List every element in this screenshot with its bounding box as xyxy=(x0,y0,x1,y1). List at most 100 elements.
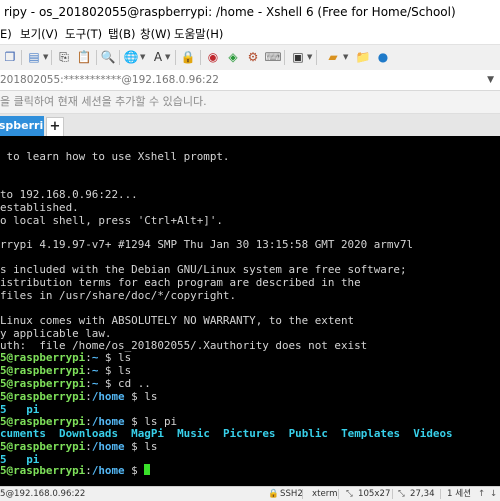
status-terminal-type: xterm xyxy=(312,489,338,499)
window-title: ripy - os_201802055@raspberrypi: /home -… xyxy=(4,5,456,19)
address-text: 201802055:***********@192.168.0.96:22 xyxy=(0,74,219,86)
chevron-down-icon[interactable]: ▼ xyxy=(343,53,349,61)
prompt-dir: ~ xyxy=(91,351,99,364)
chevron-down-icon[interactable]: ▼ xyxy=(43,53,49,61)
status-sessions: 1 세션 xyxy=(447,489,472,499)
resize-icon: ⤡ xyxy=(346,489,353,499)
chevron-down-icon[interactable]: ▼ xyxy=(140,53,146,61)
layout-icon[interactable]: ▣ xyxy=(290,49,306,65)
status-cursor-pos: 27,34 xyxy=(410,489,435,499)
dir-listing: Public xyxy=(288,427,328,440)
chevron-down-icon[interactable]: ▼ xyxy=(307,53,313,61)
script-icon[interactable]: ▰ xyxy=(325,49,341,65)
dir-listing: Music xyxy=(177,427,210,440)
new-tab-button[interactable]: + xyxy=(46,117,64,137)
title-bar: ripy - os_201802055@raspberrypi: /home -… xyxy=(0,0,500,25)
terminal-prompt-line: 5@raspberrypi:~ $ ls xyxy=(0,364,132,377)
toolbar-separator xyxy=(119,50,120,65)
xmanager-icon[interactable]: ◉ xyxy=(205,49,221,65)
menu-bar: E) 보기(V) 도구(T) 탭(B) 창(W) 도움말(H) xyxy=(0,24,500,44)
menu-tools[interactable]: 도구(T) xyxy=(65,24,102,44)
find-icon[interactable]: 🔍 xyxy=(100,49,116,65)
lock-icon: 🔒 xyxy=(268,489,279,499)
globe-icon[interactable]: 🌐 xyxy=(123,49,139,65)
terminal-line: rrypi 4.19.97-v7+ #1294 SMP Thu Jan 30 1… xyxy=(0,238,414,251)
chevron-down-icon[interactable]: ▼ xyxy=(487,70,494,90)
command-text: ls xyxy=(118,364,132,377)
terminal-line: to 192.168.0.96:22... xyxy=(0,188,138,201)
toolbar-separator xyxy=(284,50,285,65)
prompt-user: 5@raspberrypi xyxy=(0,440,86,453)
menu-window[interactable]: 창(W) xyxy=(140,24,171,44)
menu-edit[interactable]: E) xyxy=(0,24,12,44)
command-text: ls xyxy=(144,390,158,403)
prompt-dir: /home xyxy=(91,464,125,477)
status-size: 105x27 xyxy=(358,489,391,499)
xftp-icon[interactable]: ◈ xyxy=(225,49,241,65)
paste-icon[interactable]: 📋 xyxy=(76,49,92,65)
folder-icon[interactable]: 📁 xyxy=(355,49,371,65)
terminal[interactable]: to learn how to use Xshell prompt. to 19… xyxy=(0,136,500,486)
terminal-prompt-line: 5@raspberrypi:/home $ ls xyxy=(0,390,158,403)
terminal-output-line: cuments Downloads MagPi Music Pictures P… xyxy=(0,427,453,440)
menu-help[interactable]: 도움말(H) xyxy=(174,24,223,44)
toolbar: ❐ ▤ ▼ ⎘ 📋 🔍 🌐 ▼ A ▼ 🔒 ◉ ◈ ⚙ ⌨ ▣ ▼ ▰ ▼ 📁 … xyxy=(0,44,500,72)
copy-text-icon[interactable]: ⎘ xyxy=(56,49,72,65)
prompt-user: 5@raspberrypi xyxy=(0,390,86,403)
info-text: 을 클릭하여 현재 세션을 추가할 수 있습니다. xyxy=(0,95,207,108)
toolbar-separator xyxy=(200,50,201,65)
command-text: cd .. xyxy=(118,377,151,390)
keyboard-icon[interactable]: ⌨ xyxy=(264,49,281,65)
terminal-prompt-line: 5@raspberrypi:/home $ xyxy=(0,464,151,477)
status-divider xyxy=(338,489,339,499)
terminal-line: s included with the Debian GNU/Linux sys… xyxy=(0,263,407,276)
status-protocol: SSH2 xyxy=(280,489,303,499)
dir-listing: cuments xyxy=(0,427,46,440)
session-info-bar: 을 클릭하여 현재 세션을 추가할 수 있습니다. xyxy=(0,91,500,114)
prompt-dir: /home xyxy=(91,390,125,403)
font-icon[interactable]: A xyxy=(150,49,166,65)
prompt-user: 5@raspberrypi xyxy=(0,351,86,364)
terminal-prompt-line: 5@raspberrypi:/home $ ls xyxy=(0,440,158,453)
toolbar-separator xyxy=(96,50,97,65)
prompt-user: 5@raspberrypi xyxy=(0,377,86,390)
dir-listing: Downloads xyxy=(59,427,119,440)
tab-session[interactable]: raspberripy xyxy=(0,116,44,136)
cursor-position-icon: ⤡ xyxy=(398,489,405,499)
dir-listing: Videos xyxy=(413,427,453,440)
terminal-line: established. xyxy=(0,201,79,214)
toolbar-separator xyxy=(316,50,317,65)
address-bar[interactable]: 201802055:***********@192.168.0.96:22 ▼ xyxy=(0,70,500,91)
status-divider xyxy=(392,489,393,499)
tab-label: raspberripy xyxy=(0,119,44,132)
chevron-down-icon[interactable]: ▼ xyxy=(165,53,171,61)
toolbar-separator xyxy=(175,50,176,65)
copy-icon[interactable]: ❐ xyxy=(2,49,18,65)
prompt-dir: ~ xyxy=(91,364,99,377)
terminal-line: Linux comes with ABSOLUTELY NO WARRANTY,… xyxy=(0,314,355,327)
terminal-line: istribution terms for each program are d… xyxy=(0,276,361,289)
terminal-line: files in /usr/share/doc/*/copyright. xyxy=(0,289,237,302)
prompt-user: 5@raspberrypi xyxy=(0,364,86,377)
toolbar-separator xyxy=(51,50,52,65)
properties-icon[interactable]: ▤ xyxy=(26,49,42,65)
prompt-dir: ~ xyxy=(91,377,99,390)
info-icon[interactable]: ● xyxy=(375,49,391,65)
arrow-up-icon[interactable]: ↑ xyxy=(478,487,485,501)
terminal-cursor xyxy=(144,464,151,475)
terminal-line: to learn how to use Xshell prompt. xyxy=(0,150,230,163)
dir-listing: MagPi xyxy=(131,427,164,440)
prompt-dir: /home xyxy=(91,440,125,453)
terminal-line: o local shell, press 'Ctrl+Alt+]'. xyxy=(0,214,223,227)
command-text: ls xyxy=(144,440,158,453)
dir-listing: Templates xyxy=(341,427,401,440)
arrow-down-icon[interactable]: ↓ xyxy=(490,487,497,501)
lock-icon[interactable]: 🔒 xyxy=(180,49,196,65)
status-bar: 5@192.168.0.96:22 🔒 SSH2 xterm ⤡ 105x27 … xyxy=(0,486,500,501)
settings-icon[interactable]: ⚙ xyxy=(245,49,261,65)
status-divider xyxy=(302,489,303,499)
menu-tab[interactable]: 탭(B) xyxy=(108,24,135,44)
command-text: ls xyxy=(118,351,132,364)
menu-view[interactable]: 보기(V) xyxy=(20,24,58,44)
dir-listing: Pictures xyxy=(223,427,276,440)
